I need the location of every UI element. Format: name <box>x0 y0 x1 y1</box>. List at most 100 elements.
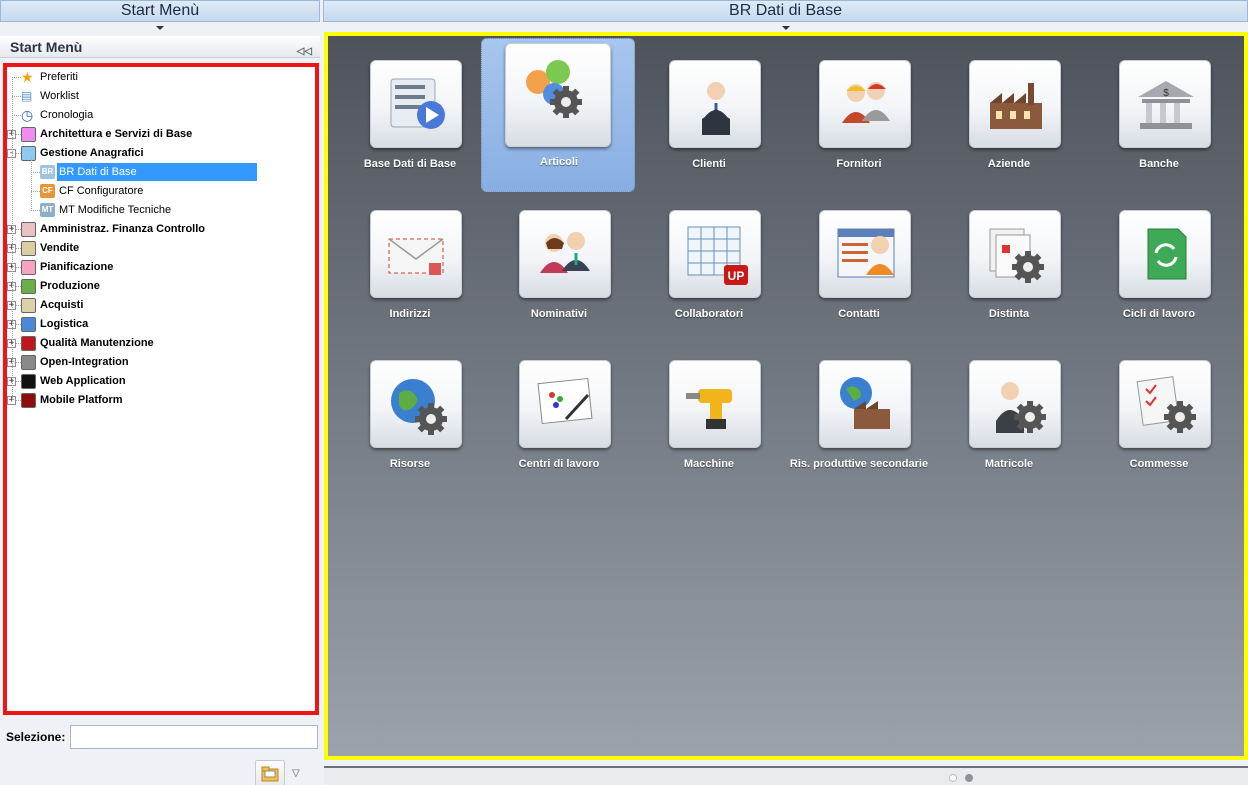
tile-icon-box <box>1119 360 1211 448</box>
content-header[interactable]: BR Dati di Base <box>323 0 1248 30</box>
module-badge-icon: BR <box>40 165 55 179</box>
tile-icon-box <box>1119 210 1211 298</box>
module-color-icon <box>21 336 36 351</box>
tree-item[interactable]: CF CF Configuratore <box>7 182 307 200</box>
tile-articoli[interactable]: Articoli <box>481 38 635 192</box>
tree-item[interactable]: + Web Application <box>7 372 307 390</box>
tile-label: Collaboratori <box>674 308 744 320</box>
tree-item-label: Produzione <box>40 280 100 292</box>
tile-icon-box: UP <box>669 210 761 298</box>
tree-item-label: Gestione Anagrafici <box>40 147 144 159</box>
tree-item[interactable]: - Gestione Anagrafici <box>7 144 307 162</box>
tree-connector <box>31 210 40 211</box>
tree-item-label: Logistica <box>40 318 89 330</box>
page-dot-1[interactable] <box>949 774 957 782</box>
module-color-icon <box>21 146 36 161</box>
tree-item-label: CF Configuratore <box>59 185 144 197</box>
tile-icon-box <box>969 210 1061 298</box>
tree-item-label: Open-Integration <box>40 356 129 368</box>
tile-centri-di-lavoro[interactable]: Centri di lavoro <box>484 346 634 486</box>
tile-clienti[interactable]: Clienti <box>634 46 784 186</box>
tile-label: Base Dati di Base <box>363 158 457 170</box>
tree-item[interactable]: + Vendite <box>7 239 307 257</box>
tile-label: Fornitori <box>836 158 882 170</box>
tree-item-label: Vendite <box>40 242 80 254</box>
tile-banche[interactable]: $ Banche <box>1084 46 1234 186</box>
clock-icon: ◷ <box>21 107 34 123</box>
panel-title: Start Menù ◁◁ <box>0 36 320 58</box>
tree-item[interactable]: ◷ Cronologia <box>7 106 307 124</box>
tile-label: Centri di lavoro <box>518 458 600 470</box>
tree-spine <box>12 77 13 400</box>
tile-icon-box <box>669 60 761 148</box>
tile-fornitori[interactable]: Fornitori <box>784 46 934 186</box>
caret-down-icon[interactable] <box>781 26 790 30</box>
tile-label: Articoli <box>540 156 578 168</box>
svg-text:UP: UP <box>728 269 745 283</box>
start-menu-header[interactable]: Start Menù <box>0 0 320 30</box>
tile-indirizzi[interactable]: Indirizzi <box>335 196 485 336</box>
tile-icon-box <box>370 210 462 298</box>
tree-item[interactable]: + Logistica <box>7 315 307 333</box>
tile-risorse[interactable]: Risorse <box>335 346 485 486</box>
tile-icon-box <box>519 210 611 298</box>
tree-connector <box>12 96 21 97</box>
tree-item-label: Acquisti <box>40 299 84 311</box>
tree-item-label: Cronologia <box>40 109 94 121</box>
tile-label: Risorse <box>389 458 431 470</box>
module-color-icon <box>21 260 36 275</box>
module-color-icon <box>21 279 36 294</box>
tree-item[interactable]: + Acquisti <box>7 296 307 314</box>
tile-nominativi[interactable]: Nominativi <box>484 196 634 336</box>
tile-label: Clienti <box>692 158 726 170</box>
tile-label: Matricole <box>984 458 1034 470</box>
tile-icon-box: $ <box>1119 60 1211 148</box>
tree-item[interactable]: + Amministraz. Finanza Controllo <box>7 220 307 238</box>
open-folder-button[interactable] <box>255 760 285 785</box>
tile-base-dati-di-base[interactable]: Base Dati di Base <box>335 46 485 186</box>
tree-item[interactable]: MT MT Modifiche Tecniche <box>7 201 307 219</box>
tree-item-label: Worklist <box>40 90 79 102</box>
star-icon: ★ <box>21 69 34 85</box>
tile-cicli-di-lavoro[interactable]: Cicli di lavoro <box>1084 196 1234 336</box>
tile-icon-box <box>669 360 761 448</box>
tree-item[interactable]: + Pianificazione <box>7 258 307 276</box>
tree-item[interactable]: + Open-Integration <box>7 353 307 371</box>
tile-macchine[interactable]: Macchine <box>634 346 784 486</box>
selection-label: Selezione: <box>6 730 66 744</box>
tree-item[interactable]: + Qualità Manutenzione <box>7 334 307 352</box>
tree-item-label: Mobile Platform <box>40 394 123 406</box>
tree-item-label: Web Application <box>40 375 126 387</box>
tile-label: Aziende <box>987 158 1031 170</box>
tile-icon-box <box>519 360 611 448</box>
tree-spine <box>31 158 32 211</box>
tile-label: Macchine <box>683 458 735 470</box>
tile-label: Indirizzi <box>389 308 431 320</box>
chevron-down-icon[interactable]: ▽ <box>292 768 306 780</box>
tree-connector <box>31 172 40 173</box>
collapse-panel-icon[interactable]: ◁◁ <box>297 41 312 63</box>
tree-item[interactable]: + Produzione <box>7 277 307 295</box>
tile-collaboratori[interactable]: UP Collaboratori <box>634 196 784 336</box>
tree-item[interactable]: + Architettura e Servizi di Base <box>7 125 307 143</box>
tree-item[interactable]: ▤ Worklist <box>7 87 307 105</box>
tile-contatti[interactable]: Contatti <box>784 196 934 336</box>
module-color-icon <box>21 241 36 256</box>
tree-item[interactable]: ★ Preferiti <box>7 68 307 86</box>
tile-label: Contatti <box>838 308 880 320</box>
tile-distinta[interactable]: Distinta <box>934 196 1084 336</box>
tile-matricole[interactable]: Matricole <box>934 346 1084 486</box>
worklist-icon: ▤ <box>21 89 33 103</box>
tile-label: Ris. produttive secondarie <box>789 458 929 470</box>
selection-input[interactable] <box>70 725 318 749</box>
page-dot-2[interactable] <box>965 774 973 782</box>
tile-label: Distinta <box>988 308 1030 320</box>
tree-item-label: Pianificazione <box>40 261 114 273</box>
tree-item[interactable]: BR BR Dati di Base <box>7 163 307 181</box>
tree-item[interactable]: + Mobile Platform <box>7 391 307 409</box>
tiles-area: Base Dati di Base Articoli Clienti Fornitor… <box>324 32 1248 760</box>
tile-ris-produttive-secondarie[interactable]: Ris. produttive secondarie <box>784 346 934 486</box>
tile-aziende[interactable]: Aziende <box>934 46 1084 186</box>
tree-connector <box>31 191 40 192</box>
tile-commesse[interactable]: Commesse <box>1084 346 1234 486</box>
